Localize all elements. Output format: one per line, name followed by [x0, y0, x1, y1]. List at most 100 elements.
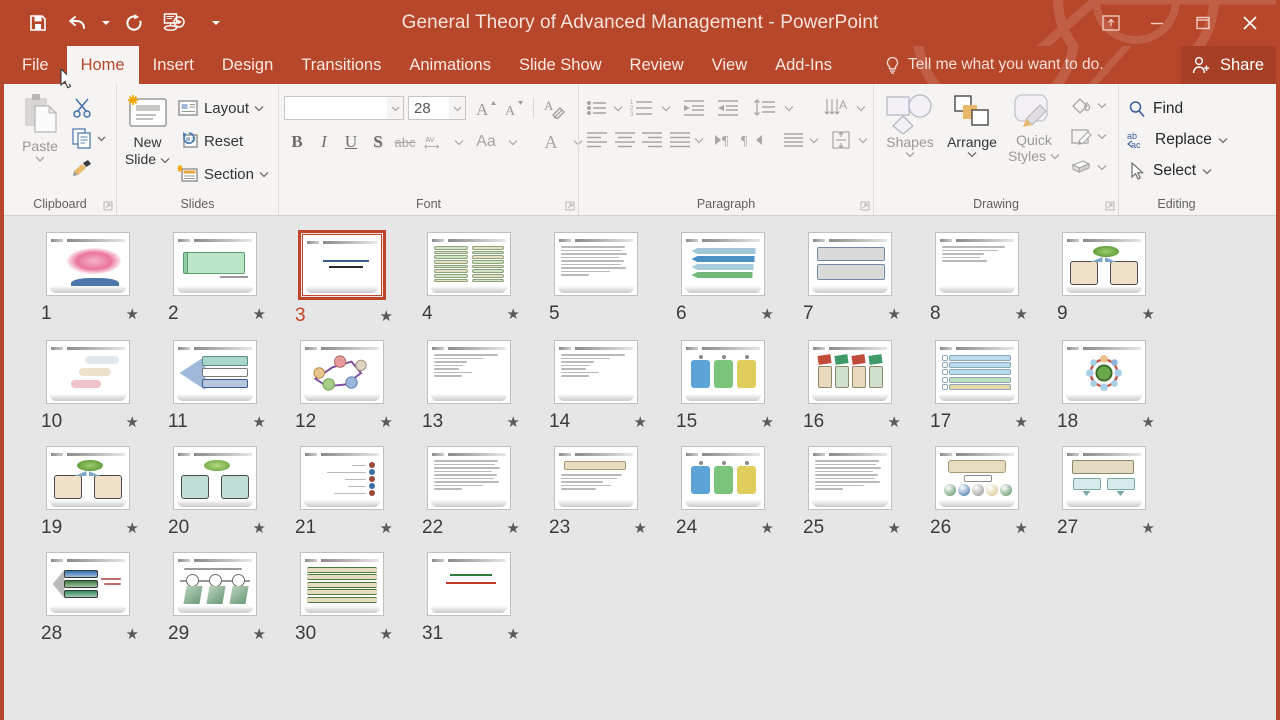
slide-thumbnail-21[interactable]: 21 ★: [278, 444, 405, 544]
tab-insert[interactable]: Insert: [139, 46, 208, 84]
ribbon-display-options-icon[interactable]: [1088, 3, 1134, 43]
format-painter-button[interactable]: [71, 154, 107, 182]
animation-star-icon[interactable]: ★: [761, 413, 774, 431]
slide-thumbnail-frame[interactable]: [1059, 444, 1149, 512]
slide-thumbnail-frame[interactable]: [43, 338, 133, 406]
text-direction-dropdown-icon[interactable]: [855, 94, 868, 122]
arrange-dropdown-icon[interactable]: [967, 150, 977, 158]
shape-fill-button[interactable]: [1065, 90, 1111, 120]
animation-star-icon[interactable]: ★: [380, 519, 393, 537]
slide-thumbnail-frame[interactable]: [678, 230, 768, 298]
slide-thumbnail-frame[interactable]: [297, 444, 387, 512]
slide-thumbnail-frame[interactable]: [678, 444, 768, 512]
animation-star-icon[interactable]: ★: [253, 519, 266, 537]
animation-star-icon[interactable]: ★: [634, 519, 647, 537]
slide-thumbnail-3[interactable]: 3 ★: [278, 230, 405, 332]
slide-thumbnail-frame[interactable]: [551, 444, 641, 512]
animation-star-icon[interactable]: ★: [761, 305, 774, 323]
slide-thumbnail-28[interactable]: 28 ★: [24, 550, 151, 650]
shapes-button[interactable]: Shapes: [879, 88, 941, 158]
slide-thumbnail-9[interactable]: 9 ★: [1040, 230, 1167, 332]
bold-button[interactable]: B: [284, 128, 310, 156]
animation-star-icon[interactable]: ★: [253, 305, 266, 323]
slide-thumbnail-frame[interactable]: [170, 444, 260, 512]
animation-star-icon[interactable]: ★: [1142, 413, 1155, 431]
drawing-dialog-launcher[interactable]: [1104, 200, 1116, 212]
slide-thumbnail-frame[interactable]: [551, 338, 641, 406]
animation-star-icon[interactable]: ★: [380, 413, 393, 431]
slide-thumbnail-20[interactable]: 20 ★: [151, 444, 278, 544]
animation-star-icon[interactable]: ★: [253, 413, 266, 431]
slide-thumbnail-frame[interactable]: [297, 550, 387, 618]
slide-sorter-view[interactable]: 1★ 2★ 3★ 4★ 5★ 6★ 7★ 8★ 9★ 10★ 1: [4, 216, 1276, 720]
columns-button[interactable]: [781, 126, 807, 154]
slide-thumbnail-6[interactable]: 6 ★: [659, 230, 786, 332]
tab-add-ins[interactable]: Add-Ins: [761, 46, 846, 84]
font-name-dropdown-icon[interactable]: [387, 97, 403, 119]
replace-dropdown-icon[interactable]: [1218, 136, 1228, 144]
ltr-button[interactable]: ¶: [712, 126, 738, 154]
slide-thumbnail-frame[interactable]: [424, 230, 514, 298]
slide-thumbnail-frame[interactable]: [805, 338, 895, 406]
tab-slide-show[interactable]: Slide Show: [505, 46, 616, 84]
tab-file[interactable]: File: [4, 46, 67, 84]
slide-thumbnail-11[interactable]: 11 ★: [151, 338, 278, 438]
justify-dropdown-icon[interactable]: [694, 126, 705, 154]
paste-button[interactable]: Paste: [9, 88, 71, 163]
increase-indent-button[interactable]: [712, 94, 745, 122]
slide-thumbnail-frame[interactable]: [297, 338, 387, 406]
animation-star-icon[interactable]: ★: [888, 413, 901, 431]
cut-button[interactable]: [71, 94, 107, 122]
animation-star-icon[interactable]: ★: [634, 413, 647, 431]
slide-thumbnail-18[interactable]: 18 ★: [1040, 338, 1167, 438]
slide-thumbnail-14[interactable]: 14 ★: [532, 338, 659, 438]
redo-icon[interactable]: [114, 4, 154, 42]
customize-qat-icon[interactable]: [208, 4, 224, 42]
slide-thumbnail-frame[interactable]: [1059, 338, 1149, 406]
slide-thumbnail-27[interactable]: 27 ★: [1040, 444, 1167, 544]
tell-me-search[interactable]: Tell me what you want to do.: [884, 46, 1104, 84]
slide-thumbnail-frame[interactable]: [170, 230, 260, 298]
quick-styles-button[interactable]: Quick Styles: [1003, 88, 1065, 164]
slide-thumbnail-13[interactable]: 13 ★: [405, 338, 532, 438]
new-slide-dropdown-icon[interactable]: [160, 156, 170, 164]
align-left-button[interactable]: [584, 126, 610, 154]
tab-view[interactable]: View: [698, 46, 761, 84]
shape-effects-button[interactable]: [1065, 152, 1111, 182]
slide-thumbnail-22[interactable]: 22 ★: [405, 444, 532, 544]
underline-button[interactable]: U: [338, 128, 364, 156]
slide-thumbnail-frame[interactable]: [805, 230, 895, 298]
quick-styles-dropdown-icon[interactable]: [1050, 152, 1060, 160]
numbering-dropdown-icon[interactable]: [660, 94, 673, 122]
minimize-icon[interactable]: [1134, 3, 1180, 43]
slide-thumbnail-5[interactable]: 5★: [532, 230, 659, 332]
copy-button[interactable]: [71, 124, 107, 152]
line-spacing-dropdown-icon[interactable]: [783, 94, 796, 122]
slide-thumbnail-16[interactable]: 16 ★: [786, 338, 913, 438]
slide-thumbnail-25[interactable]: 25 ★: [786, 444, 913, 544]
slide-thumbnail-frame[interactable]: [170, 550, 260, 618]
bullets-dropdown-icon[interactable]: [612, 94, 625, 122]
arrange-button[interactable]: Arrange: [941, 88, 1003, 158]
animation-star-icon[interactable]: ★: [888, 305, 901, 323]
tab-animations[interactable]: Animations: [395, 46, 505, 84]
new-slide-button[interactable]: New Slide: [122, 88, 173, 168]
select-button[interactable]: Select: [1124, 156, 1231, 186]
slide-thumbnail-30[interactable]: 30 ★: [278, 550, 405, 650]
slide-thumbnail-frame[interactable]: [551, 230, 641, 298]
slide-thumbnail-10[interactable]: 10 ★: [24, 338, 151, 438]
animation-star-icon[interactable]: ★: [761, 519, 774, 537]
layout-dropdown-icon[interactable]: [254, 104, 264, 112]
clipboard-dialog-launcher[interactable]: [102, 200, 114, 212]
paste-dropdown-icon[interactable]: [34, 154, 46, 163]
slide-thumbnail-frame[interactable]: [932, 338, 1022, 406]
justify-button[interactable]: [666, 126, 692, 154]
shapes-dropdown-icon[interactable]: [905, 150, 915, 158]
shape-fill-dropdown-icon[interactable]: [1097, 101, 1107, 109]
replace-button[interactable]: ab ac Replace: [1124, 125, 1231, 155]
section-button[interactable]: Section: [173, 158, 273, 190]
tab-design[interactable]: Design: [208, 46, 287, 84]
center-button[interactable]: [611, 126, 637, 154]
columns-dropdown-icon[interactable]: [808, 126, 819, 154]
decrease-font-size-button[interactable]: A: [500, 94, 528, 122]
